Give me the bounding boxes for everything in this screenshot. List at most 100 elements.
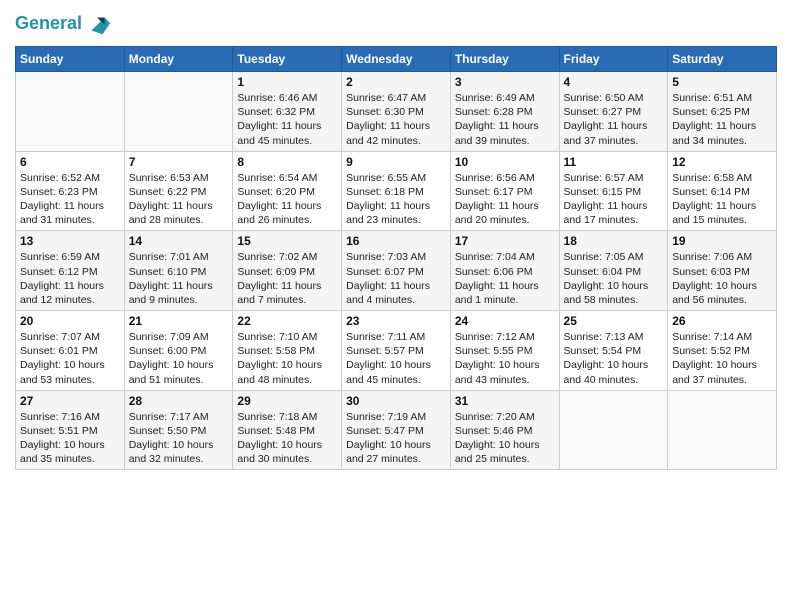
calendar-week-row: 1 Sunrise: 6:46 AM Sunset: 6:32 PM Daylig… [16,72,777,152]
day-info: Sunrise: 6:53 AM Sunset: 6:22 PM Dayligh… [129,172,213,227]
logo-area: General [15,10,112,38]
calendar-cell: 29Sunrise: 7:18 AM Sunset: 5:48 PM Dayli… [233,390,342,470]
day-info: Sunrise: 7:17 AM Sunset: 5:50 PM Dayligh… [129,411,214,466]
day-info: Sunrise: 6:58 AM Sunset: 6:14 PM Dayligh… [672,172,756,227]
calendar-cell [16,72,125,152]
day-header-tuesday: Tuesday [233,47,342,72]
day-number: 31 [455,394,555,408]
day-number: 8 [237,155,337,169]
calendar-cell: 13 Sunrise: 6:59 AM Sunset: 6:12 PM Dayli… [16,231,125,311]
day-number: 17 [455,234,555,248]
day-number: 27 [20,394,120,408]
calendar-cell: 9Sunrise: 6:55 AM Sunset: 6:18 PM Daylig… [342,151,451,231]
calendar-cell [124,72,233,152]
day-header-friday: Friday [559,47,668,72]
day-number: 2 [346,75,446,89]
calendar-cell: 14 Sunrise: 7:01 AM Sunset: 6:10 PM Dayli… [124,231,233,311]
logo-text: General [15,14,82,34]
day-number: 25 [564,314,664,328]
day-info: Sunrise: 6:52 AM Sunset: 6:23 PM Dayligh… [20,172,104,227]
day-header-sunday: Sunday [16,47,125,72]
day-number: 26 [672,314,772,328]
day-number: 6 [20,155,120,169]
day-info: Sunrise: 6:46 AM Sunset: 6:32 PM Dayligh… [237,92,321,147]
day-number: 16 [346,234,446,248]
day-number: 23 [346,314,446,328]
calendar-cell: 1 Sunrise: 6:46 AM Sunset: 6:32 PM Daylig… [233,72,342,152]
day-info: Sunrise: 6:55 AM Sunset: 6:18 PM Dayligh… [346,172,430,227]
day-number: 30 [346,394,446,408]
day-number: 1 [237,75,337,89]
day-info: Sunrise: 7:01 AM Sunset: 6:10 PM Dayligh… [129,251,213,306]
day-info: Sunrise: 6:49 AM Sunset: 6:28 PM Dayligh… [455,92,539,147]
calendar-cell: 21Sunrise: 7:09 AM Sunset: 6:00 PM Dayli… [124,311,233,391]
day-info: Sunrise: 7:06 AM Sunset: 6:03 PM Dayligh… [672,251,757,306]
day-info: Sunrise: 6:51 AM Sunset: 6:25 PM Dayligh… [672,92,756,147]
calendar-cell: 15 Sunrise: 7:02 AM Sunset: 6:09 PM Dayli… [233,231,342,311]
day-info: Sunrise: 6:47 AM Sunset: 6:30 PM Dayligh… [346,92,430,147]
calendar-cell: 11Sunrise: 6:57 AM Sunset: 6:15 PM Dayli… [559,151,668,231]
calendar-cell: 6 Sunrise: 6:52 AM Sunset: 6:23 PM Daylig… [16,151,125,231]
day-info: Sunrise: 7:02 AM Sunset: 6:09 PM Dayligh… [237,251,321,306]
calendar-cell: 16 Sunrise: 7:03 AM Sunset: 6:07 PM Dayli… [342,231,451,311]
calendar-cell: 28 Sunrise: 7:17 AM Sunset: 5:50 PM Dayli… [124,390,233,470]
day-number: 15 [237,234,337,248]
calendar-header-row: SundayMondayTuesdayWednesdayThursdayFrid… [16,47,777,72]
calendar-cell: 31 Sunrise: 7:20 AM Sunset: 5:46 PM Dayli… [450,390,559,470]
day-number: 19 [672,234,772,248]
calendar-cell: 20 Sunrise: 7:07 AM Sunset: 6:01 PM Dayli… [16,311,125,391]
day-info: Sunrise: 7:20 AM Sunset: 5:46 PM Dayligh… [455,411,540,466]
day-info: Sunrise: 7:10 AM Sunset: 5:58 PM Dayligh… [237,331,322,386]
day-number: 29 [237,394,337,408]
logo-icon [84,10,112,38]
day-header-thursday: Thursday [450,47,559,72]
day-info: Sunrise: 7:11 AM Sunset: 5:57 PM Dayligh… [346,331,431,386]
calendar-cell: 7 Sunrise: 6:53 AM Sunset: 6:22 PM Daylig… [124,151,233,231]
day-info: Sunrise: 6:50 AM Sunset: 6:27 PM Dayligh… [564,92,648,147]
day-info: Sunrise: 6:57 AM Sunset: 6:15 PM Dayligh… [564,172,648,227]
calendar-cell: 24Sunrise: 7:12 AM Sunset: 5:55 PM Dayli… [450,311,559,391]
day-number: 22 [237,314,337,328]
day-info: Sunrise: 7:07 AM Sunset: 6:01 PM Dayligh… [20,331,105,386]
day-info: Sunrise: 7:14 AM Sunset: 5:52 PM Dayligh… [672,331,757,386]
day-info: Sunrise: 7:13 AM Sunset: 5:54 PM Dayligh… [564,331,649,386]
day-number: 20 [20,314,120,328]
calendar-week-row: 13 Sunrise: 6:59 AM Sunset: 6:12 PM Dayli… [16,231,777,311]
day-info: Sunrise: 7:16 AM Sunset: 5:51 PM Dayligh… [20,411,105,466]
day-number: 10 [455,155,555,169]
calendar-cell: 22 Sunrise: 7:10 AM Sunset: 5:58 PM Dayli… [233,311,342,391]
day-header-monday: Monday [124,47,233,72]
day-number: 4 [564,75,664,89]
calendar-cell: 3Sunrise: 6:49 AM Sunset: 6:28 PM Daylig… [450,72,559,152]
day-number: 7 [129,155,229,169]
calendar-cell: 12 Sunrise: 6:58 AM Sunset: 6:14 PM Dayli… [668,151,777,231]
day-header-saturday: Saturday [668,47,777,72]
calendar-cell: 18Sunrise: 7:05 AM Sunset: 6:04 PM Dayli… [559,231,668,311]
page: General SundayMondayTuesdayWednesdayThur… [0,0,792,612]
day-number: 13 [20,234,120,248]
calendar-cell: 10 Sunrise: 6:56 AM Sunset: 6:17 PM Dayli… [450,151,559,231]
calendar-week-row: 6 Sunrise: 6:52 AM Sunset: 6:23 PM Daylig… [16,151,777,231]
day-info: Sunrise: 7:03 AM Sunset: 6:07 PM Dayligh… [346,251,430,306]
calendar-cell [559,390,668,470]
day-header-wednesday: Wednesday [342,47,451,72]
calendar-cell: 19 Sunrise: 7:06 AM Sunset: 6:03 PM Dayli… [668,231,777,311]
calendar-cell: 23 Sunrise: 7:11 AM Sunset: 5:57 PM Dayli… [342,311,451,391]
day-info: Sunrise: 7:05 AM Sunset: 6:04 PM Dayligh… [564,251,649,306]
day-info: Sunrise: 6:56 AM Sunset: 6:17 PM Dayligh… [455,172,539,227]
day-info: Sunrise: 7:19 AM Sunset: 5:47 PM Dayligh… [346,411,431,466]
calendar-cell: 30 Sunrise: 7:19 AM Sunset: 5:47 PM Dayli… [342,390,451,470]
day-number: 14 [129,234,229,248]
calendar-cell: 25 Sunrise: 7:13 AM Sunset: 5:54 PM Dayli… [559,311,668,391]
day-number: 12 [672,155,772,169]
calendar-table: SundayMondayTuesdayWednesdayThursdayFrid… [15,46,777,470]
calendar-body: 1 Sunrise: 6:46 AM Sunset: 6:32 PM Daylig… [16,72,777,470]
day-number: 28 [129,394,229,408]
day-info: Sunrise: 6:59 AM Sunset: 6:12 PM Dayligh… [20,251,104,306]
header: General [15,10,777,38]
calendar-cell: 8Sunrise: 6:54 AM Sunset: 6:20 PM Daylig… [233,151,342,231]
calendar-cell: 2 Sunrise: 6:47 AM Sunset: 6:30 PM Daylig… [342,72,451,152]
day-info: Sunrise: 7:12 AM Sunset: 5:55 PM Dayligh… [455,331,540,386]
day-number: 21 [129,314,229,328]
calendar-cell [668,390,777,470]
